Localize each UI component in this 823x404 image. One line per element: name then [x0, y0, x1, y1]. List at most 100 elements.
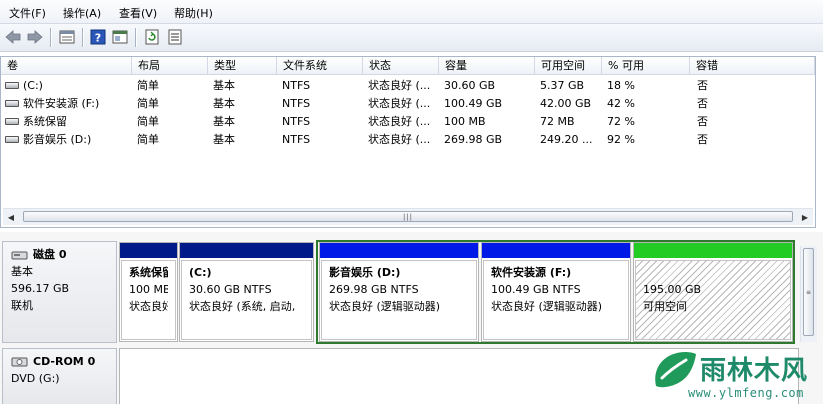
- cell-status: 状态良好 (...: [368, 79, 431, 92]
- cell-layout: 简单: [137, 133, 159, 146]
- watermark: 雨林木风 www.ylmfeng.com: [648, 344, 823, 404]
- cell-layout: 简单: [137, 79, 159, 92]
- col-header-free[interactable]: 可用空间: [535, 57, 602, 75]
- cell-filesystem: NTFS: [282, 97, 311, 110]
- partition-size: 30.60 GB NTFS: [189, 283, 272, 296]
- partition-status: 状态良好 (逻辑驱动器): [491, 300, 603, 313]
- partition-free-space[interactable]: 195.00 GB 可用空间: [633, 242, 793, 342]
- vertical-scrollbar[interactable]: ≡: [800, 246, 817, 342]
- drive-icon: [5, 82, 19, 89]
- cdrom-info[interactable]: CD-ROM 0 DVD (G:): [2, 348, 117, 404]
- partition-c[interactable]: (C:) 30.60 GB NTFS 状态良好 (系统, 启动,: [179, 242, 314, 342]
- cell-capacity: 269.98 GB: [444, 133, 503, 146]
- col-header-status[interactable]: 状态: [363, 57, 439, 75]
- cell-type: 基本: [213, 97, 235, 110]
- cell-type: 基本: [213, 79, 235, 92]
- cell-free: 5.37 GB: [540, 79, 585, 92]
- table-row[interactable]: 软件安装源 (F:) 简单 基本 NTFS 状态良好 (... 100.49 G…: [1, 95, 815, 113]
- partition-f[interactable]: 软件安装源 (F:) 100.49 GB NTFS 状态良好 (逻辑驱动器): [481, 242, 631, 342]
- menu-file[interactable]: 文件(F): [9, 5, 46, 21]
- cell-free: 249.20 ...: [540, 133, 593, 146]
- col-header-filesystem[interactable]: 文件系统: [277, 57, 363, 75]
- drive-icon: [5, 118, 19, 125]
- cell-filesystem: NTFS: [282, 133, 311, 146]
- scroll-thumb[interactable]: ≡: [803, 248, 814, 336]
- partition-status: 状态良好 (逻辑驱动器): [329, 300, 441, 313]
- disk-list-icon[interactable]: [57, 27, 77, 47]
- cdrom-drive: DVD (G:): [11, 372, 60, 385]
- cdrom-icon: [11, 357, 28, 367]
- watermark-brand: 雨林木风: [700, 356, 809, 386]
- cell-percent: 42 %: [607, 97, 635, 110]
- partition-status: 可用空间: [643, 300, 687, 313]
- back-icon[interactable]: [3, 27, 23, 47]
- horizontal-scrollbar[interactable]: ◀ ||| ▶: [3, 208, 813, 225]
- volume-list: 卷 布局 类型 文件系统 状态 容量 可用空间 % 可用 容错 (C:) 简单 …: [0, 56, 816, 228]
- refresh-icon[interactable]: [142, 27, 162, 47]
- cell-volume: 系统保留: [23, 115, 67, 128]
- disk-icon: [11, 251, 28, 260]
- cdrom-name: CD-ROM 0: [33, 355, 96, 368]
- partition-title: [643, 264, 783, 281]
- help-icon[interactable]: ?: [88, 27, 108, 47]
- cell-status: 状态良好 (...: [368, 97, 431, 110]
- properties-icon[interactable]: [110, 27, 130, 47]
- disk0-state: 联机: [11, 299, 33, 312]
- partition-size: 100.49 GB NTFS: [491, 283, 581, 296]
- table-row[interactable]: (C:) 简单 基本 NTFS 状态良好 (... 30.60 GB 5.37 …: [1, 77, 815, 95]
- cell-filesystem: NTFS: [282, 115, 311, 128]
- partition-status: 状态良好 (系统, 启动,: [189, 300, 296, 313]
- forward-icon[interactable]: [25, 27, 45, 47]
- partition-status: 状态良好: [129, 300, 168, 313]
- cell-layout: 简单: [137, 97, 159, 110]
- disk0-name: 磁盘 0: [33, 248, 67, 261]
- svg-text:?: ?: [95, 32, 101, 45]
- cell-capacity: 100.49 GB: [444, 97, 503, 110]
- scroll-left-icon[interactable]: ◀: [3, 209, 19, 225]
- cell-fault-tolerance: 否: [697, 79, 708, 92]
- disk0-info[interactable]: 磁盘 0 基本 596.17 GB 联机: [2, 241, 117, 343]
- disk0-type: 基本: [11, 265, 33, 278]
- table-row[interactable]: 系统保留 简单 基本 NTFS 状态良好 (... 100 MB 72 MB 7…: [1, 113, 815, 131]
- scroll-thumb[interactable]: |||: [23, 211, 793, 222]
- drive-icon: [5, 136, 19, 143]
- cell-percent: 18 %: [607, 79, 635, 92]
- menu-help[interactable]: 帮助(H): [174, 5, 213, 21]
- partition-system-reserved[interactable]: 系统保留 100 MB 状态良好: [119, 242, 178, 342]
- cell-percent: 72 %: [607, 115, 635, 128]
- watermark-url: www.ylmfeng.com: [688, 386, 804, 400]
- cell-status: 状态良好 (...: [368, 133, 431, 146]
- cell-fault-tolerance: 否: [697, 115, 708, 128]
- menu-view[interactable]: 查看(V): [119, 5, 157, 21]
- rescan-icon[interactable]: [165, 27, 185, 47]
- cell-percent: 92 %: [607, 133, 635, 146]
- cell-capacity: 100 MB: [444, 115, 486, 128]
- partition-title: 系统保留: [129, 266, 168, 279]
- partition-title: (C:): [189, 266, 212, 279]
- col-header-fault-tolerance[interactable]: 容错: [690, 57, 815, 75]
- scroll-right-icon[interactable]: ▶: [797, 209, 813, 225]
- col-header-capacity[interactable]: 容量: [439, 57, 535, 75]
- cell-volume: (C:): [23, 79, 43, 92]
- toolbar: ?: [0, 24, 823, 52]
- cell-layout: 简单: [137, 115, 159, 128]
- table-row[interactable]: 影音娱乐 (D:) 简单 基本 NTFS 状态良好 (... 269.98 GB…: [1, 131, 815, 149]
- drive-icon: [5, 100, 19, 107]
- cell-type: 基本: [213, 133, 235, 146]
- disk0-size: 596.17 GB: [11, 282, 70, 295]
- cell-capacity: 30.60 GB: [444, 79, 496, 92]
- cell-type: 基本: [213, 115, 235, 128]
- col-header-layout[interactable]: 布局: [132, 57, 208, 75]
- cell-filesystem: NTFS: [282, 79, 311, 92]
- col-header-volume[interactable]: 卷: [1, 57, 132, 75]
- col-header-type[interactable]: 类型: [208, 57, 277, 75]
- col-header-percent[interactable]: % 可用: [602, 57, 690, 75]
- cell-free: 42.00 GB: [540, 97, 592, 110]
- cell-fault-tolerance: 否: [697, 133, 708, 146]
- cell-fault-tolerance: 否: [697, 97, 708, 110]
- partition-size: 195.00 GB: [643, 283, 702, 296]
- menu-bar: 文件(F) 操作(A) 查看(V) 帮助(H): [0, 0, 823, 24]
- cell-free: 72 MB: [540, 115, 575, 128]
- partition-d[interactable]: 影音娱乐 (D:) 269.98 GB NTFS 状态良好 (逻辑驱动器): [319, 242, 479, 342]
- menu-action[interactable]: 操作(A): [63, 5, 101, 21]
